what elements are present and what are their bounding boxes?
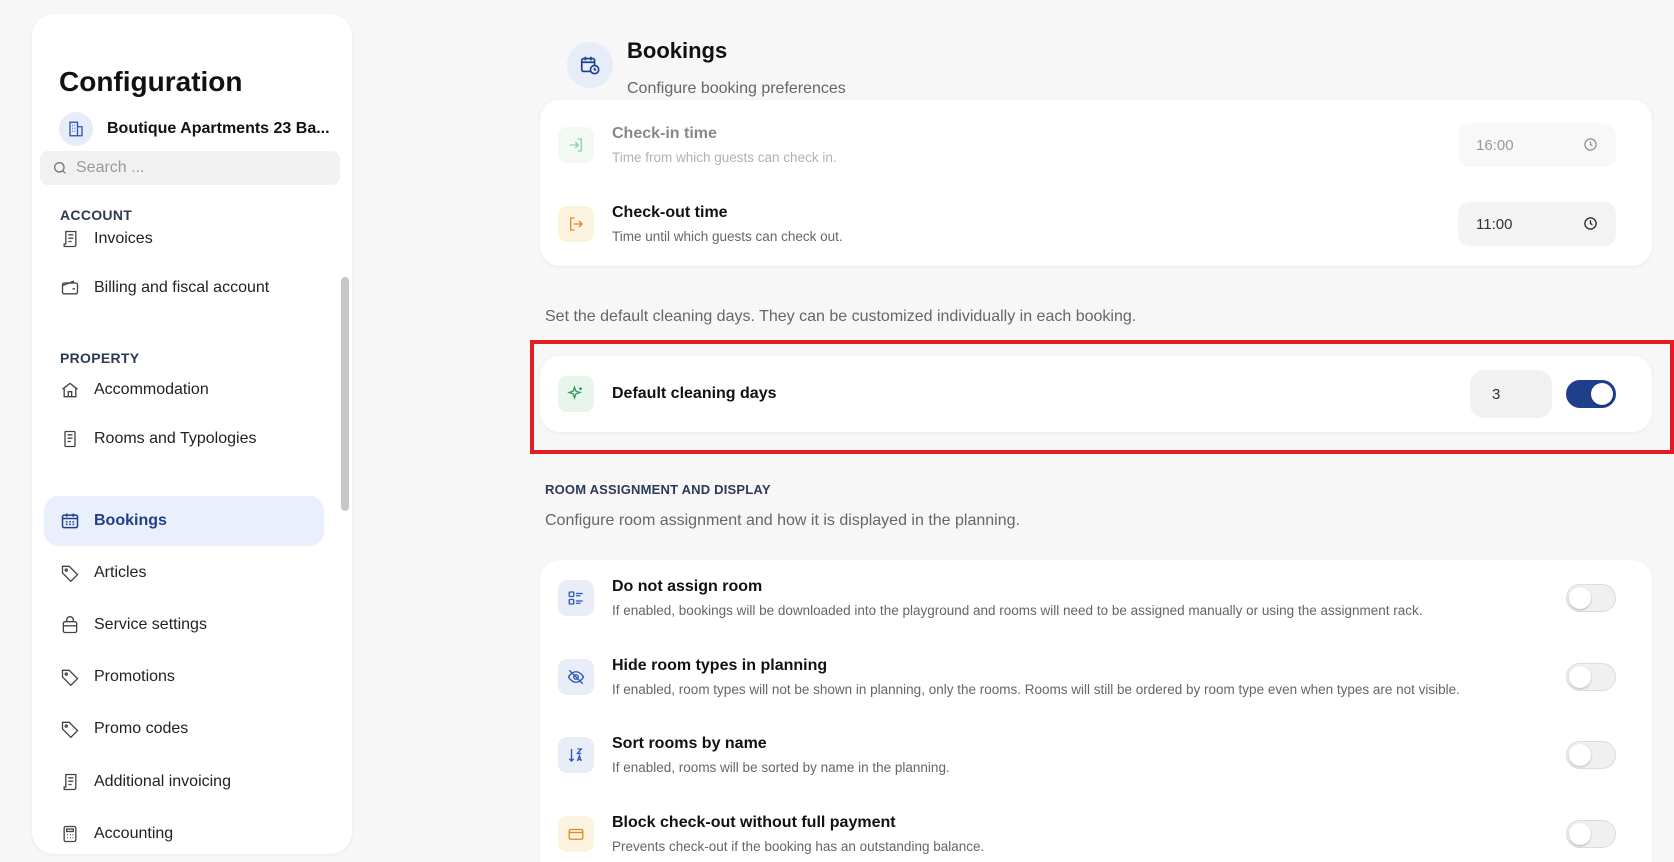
sidebar: Configuration Boutique Apartments 23 Ba.… [32, 14, 352, 854]
sort-rooms-title: Sort rooms by name [612, 735, 767, 752]
tag-icon [59, 718, 81, 740]
building-icon [59, 112, 93, 146]
sidebar-item-label: Promo codes [94, 720, 189, 737]
sidebar-item-label: Accounting [94, 825, 174, 842]
block-checkout-title: Block check-out without full payment [612, 814, 896, 831]
hide-room-types-row: Hide room types in planning If enabled, … [558, 644, 1634, 710]
search-icon [54, 162, 66, 174]
list-icon [558, 580, 594, 616]
receipt-icon [59, 228, 81, 250]
sort-rooms-row: Sort rooms by name If enabled, rooms wil… [558, 722, 1634, 788]
sidebar-item-accounting[interactable]: Accounting [44, 809, 324, 854]
sidebar-item-invoices[interactable]: Invoices [44, 214, 324, 264]
search-input[interactable] [76, 159, 316, 177]
sidebar-item-label: Bookings [94, 512, 167, 529]
sidebar-item-accommodation[interactable]: Accommodation [44, 365, 324, 415]
sort-rooms-desc: If enabled, rooms will be sorted by name… [612, 760, 950, 775]
property-name: Boutique Apartments 23 Ba... [107, 120, 330, 137]
sidebar-item-rooms[interactable]: Rooms and Typologies [44, 414, 324, 464]
sidebar-item-label: Billing and fiscal account [94, 279, 270, 296]
sidebar-item-label: Service settings [94, 616, 207, 633]
page-subtitle: Configure booking preferences [627, 80, 846, 97]
bag-icon [59, 614, 81, 636]
do-not-assign-desc: If enabled, bookings will be downloaded … [612, 603, 1423, 618]
block-checkout-row: Block check-out without full payment Pre… [558, 801, 1634, 862]
receipt-icon [59, 771, 81, 793]
eye-off-icon [558, 659, 594, 695]
sidebar-title: Configuration [59, 66, 243, 97]
sidebar-item-label: Accommodation [94, 381, 209, 398]
hide-room-types-toggle[interactable] [1566, 663, 1616, 691]
hide-room-types-title: Hide room types in planning [612, 657, 828, 674]
check-in-row: Check-in time Time from which guests can… [558, 112, 1634, 178]
home-icon [59, 379, 81, 401]
section-property: PROPERTY [60, 350, 140, 366]
check-in-time-input[interactable]: 16:00 [1458, 123, 1616, 167]
sidebar-item-additional-invoicing[interactable]: Additional invoicing [44, 757, 324, 807]
time-settings-card: Check-in time Time from which guests can… [540, 100, 1652, 266]
search-box [40, 151, 340, 185]
room-assignment-help: Configure room assignment and how it is … [545, 512, 1020, 529]
hide-room-types-desc: If enabled, room types will not be shown… [612, 682, 1460, 697]
check-out-value: 11:00 [1476, 215, 1513, 233]
cleaning-help-text: Set the default cleaning days. They can … [545, 308, 1137, 325]
sidebar-item-label: Promotions [94, 668, 175, 685]
do-not-assign-title: Do not assign room [612, 578, 763, 595]
room-assignment-card: Do not assign room If enabled, bookings … [540, 560, 1652, 862]
clock-icon [1584, 217, 1597, 230]
sidebar-item-bookings[interactable]: Bookings [44, 496, 324, 546]
highlight-box [530, 340, 1674, 454]
sidebar-item-promo-codes[interactable]: Promo codes [44, 704, 324, 754]
calendar-grid-icon [59, 510, 81, 532]
check-in-value: 16:00 [1476, 136, 1514, 154]
do-not-assign-row: Do not assign room If enabled, bookings … [558, 565, 1634, 631]
logout-icon [558, 206, 594, 242]
wallet-icon [59, 277, 81, 299]
clock-icon [1584, 138, 1597, 151]
room-assignment-section-title: ROOM ASSIGNMENT AND DISPLAY [545, 482, 771, 497]
do-not-assign-toggle[interactable] [1566, 584, 1616, 612]
sidebar-item-service-settings[interactable]: Service settings [44, 600, 324, 650]
check-out-row: Check-out time Time until which guests c… [558, 191, 1634, 257]
sidebar-item-label: Articles [94, 564, 147, 581]
sidebar-item-label: Additional invoicing [94, 773, 231, 790]
calendar-clock-icon [567, 42, 613, 88]
property-selector[interactable]: Boutique Apartments 23 Ba... [59, 112, 332, 146]
sidebar-item-articles[interactable]: Articles [44, 548, 324, 598]
sort-rooms-toggle[interactable] [1566, 741, 1616, 769]
login-icon [558, 127, 594, 163]
block-checkout-desc: Prevents check-out if the booking has an… [612, 839, 985, 854]
sidebar-item-billing[interactable]: Billing and fiscal account [44, 263, 324, 313]
sidebar-item-label: Rooms and Typologies [94, 430, 257, 447]
tag-icon [59, 666, 81, 688]
check-out-time-input[interactable]: 11:00 [1458, 202, 1616, 246]
page-title: Bookings [627, 38, 728, 63]
document-icon [59, 428, 81, 450]
tag-icon [59, 562, 81, 584]
calculator-icon [59, 823, 81, 845]
sidebar-item-promotions[interactable]: Promotions [44, 652, 324, 702]
sort-icon [558, 737, 594, 773]
credit-card-icon [558, 816, 594, 852]
sidebar-scrollbar[interactable] [341, 277, 349, 511]
sidebar-item-label: Invoices [94, 230, 153, 247]
block-checkout-toggle[interactable] [1566, 820, 1616, 848]
